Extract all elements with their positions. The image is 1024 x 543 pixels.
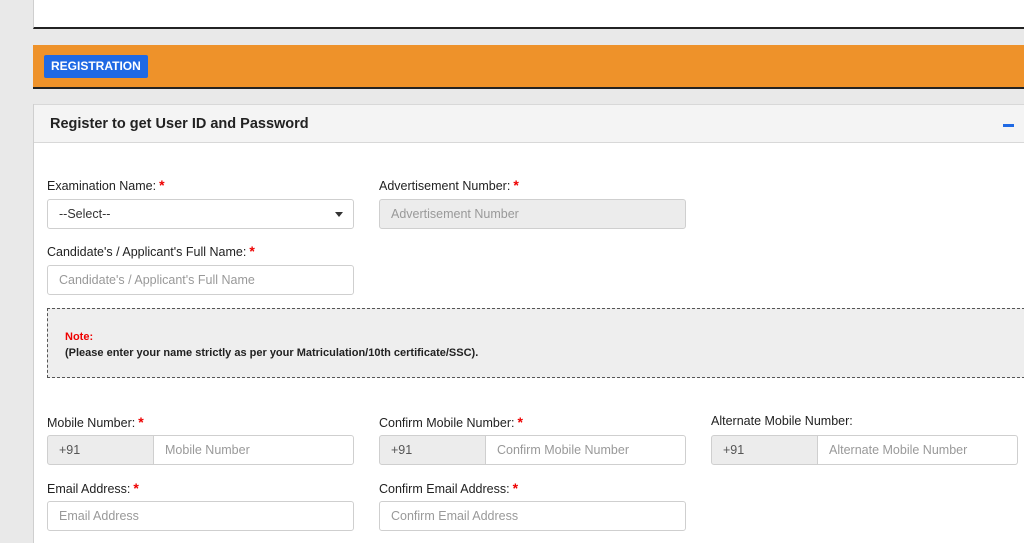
required-marker: *: [517, 414, 523, 430]
required-marker: *: [138, 414, 144, 430]
advertisement-label-text: Advertisement Number:: [379, 179, 511, 193]
full-name-input[interactable]: Candidate's / Applicant's Full Name: [47, 265, 354, 295]
full-name-placeholder: Candidate's / Applicant's Full Name: [59, 273, 255, 287]
exam-name-label: Examination Name: *: [47, 177, 165, 193]
registration-bar: REGISTRATION: [33, 45, 1024, 89]
note-title: Note:: [65, 331, 94, 343]
alt-mobile-country-code: +91: [711, 435, 818, 465]
required-marker: *: [512, 480, 519, 496]
alt-mobile-label-text: Alternate Mobile Number:: [711, 414, 853, 428]
chevron-down-icon: [335, 212, 343, 217]
mobile-placeholder: Mobile Number: [165, 443, 250, 457]
exam-name-select[interactable]: --Select--: [47, 199, 354, 229]
confirm-mobile-placeholder: Confirm Mobile Number: [497, 443, 629, 457]
confirm-email-label: Confirm Email Address: *: [379, 480, 518, 496]
confirm-email-placeholder: Confirm Email Address: [391, 509, 519, 523]
mobile-country-code: +91: [47, 435, 154, 465]
email-placeholder: Email Address: [59, 509, 139, 523]
advertisement-placeholder: Advertisement Number: [391, 207, 519, 221]
required-marker: *: [159, 177, 165, 193]
email-input[interactable]: Email Address: [47, 501, 354, 531]
advertisement-label: Advertisement Number: *: [379, 177, 519, 193]
full-name-label-text: Candidate's / Applicant's Full Name:: [47, 245, 247, 259]
required-marker: *: [513, 177, 519, 193]
panel-header[interactable]: Register to get User ID and Password: [34, 104, 1024, 143]
email-label-text: Email Address:: [47, 482, 131, 496]
confirm-mobile-country-code: +91: [379, 435, 486, 465]
exam-name-selected: --Select--: [59, 207, 111, 221]
full-name-label: Candidate's / Applicant's Full Name: *: [47, 243, 255, 259]
note-text: (Please enter your name strictly as per …: [65, 347, 479, 359]
mobile-label: Mobile Number: *: [47, 414, 144, 430]
confirm-email-label-text: Confirm Email Address:: [379, 482, 510, 496]
registration-panel: Register to get User ID and Password Exa…: [33, 104, 1024, 543]
alt-mobile-input[interactable]: Alternate Mobile Number: [817, 435, 1018, 465]
confirm-email-input[interactable]: Confirm Email Address: [379, 501, 686, 531]
registration-button[interactable]: REGISTRATION: [44, 55, 148, 78]
mobile-label-text: Mobile Number:: [47, 416, 136, 430]
exam-name-label-text: Examination Name:: [47, 179, 157, 193]
confirm-mobile-label-text: Confirm Mobile Number:: [379, 416, 515, 430]
mobile-input[interactable]: Mobile Number: [153, 435, 354, 465]
top-panel: [33, 0, 1024, 29]
note-box: Note: (Please enter your name strictly a…: [47, 308, 1024, 378]
collapse-icon[interactable]: [1003, 124, 1014, 127]
advertisement-input[interactable]: Advertisement Number: [379, 199, 686, 229]
alt-mobile-label: Alternate Mobile Number:: [711, 414, 853, 428]
confirm-mobile-label: Confirm Mobile Number: *: [379, 414, 523, 430]
required-marker: *: [133, 480, 139, 496]
confirm-mobile-input[interactable]: Confirm Mobile Number: [485, 435, 686, 465]
panel-title: Register to get User ID and Password: [50, 116, 309, 132]
email-label: Email Address: *: [47, 480, 139, 496]
required-marker: *: [249, 243, 255, 259]
alt-mobile-placeholder: Alternate Mobile Number: [829, 443, 968, 457]
